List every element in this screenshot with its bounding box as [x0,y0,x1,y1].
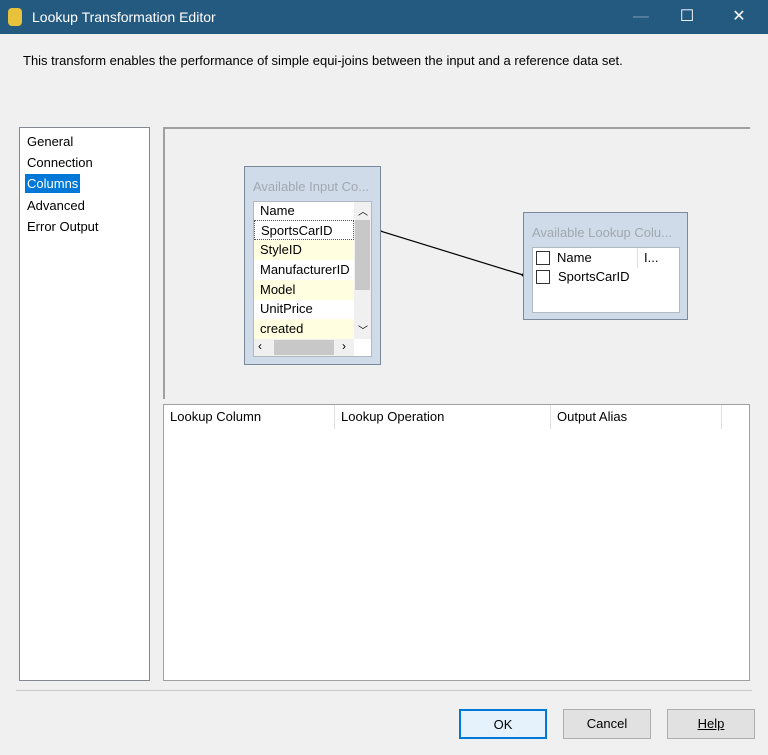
available-lookup-columns-box[interactable]: Available Lookup Colu... Name I... Sport… [523,212,688,320]
input-column-row[interactable]: StyleID [254,240,354,260]
name-header[interactable]: Name [254,202,354,220]
input-column-row[interactable]: UnitPrice [254,299,354,319]
available-input-columns-box[interactable]: Available Input Co... Name SportsCarID S… [244,166,381,365]
nav-list: General Connection Columns Advanced Erro… [19,127,150,681]
help-button[interactable]: Help [667,709,755,739]
description-text: This transform enables the performance o… [23,53,623,68]
lookup-box-caption: Available Lookup Colu... [532,225,672,240]
scroll-right-icon[interactable]: › [342,339,346,353]
lookup-columns-grid[interactable]: Lookup Column Lookup Operation Output Al… [163,404,750,681]
title-bar: Lookup Transformation Editor — ☐ ✕ [0,0,768,34]
scroll-thumb[interactable] [274,340,334,355]
scroll-down-icon[interactable]: ﹀ [358,322,368,337]
window-title: Lookup Transformation Editor [32,9,216,25]
column-header-lookup-operation[interactable]: Lookup Operation [335,405,551,429]
horizontal-scrollbar[interactable]: ‹ › [254,339,354,356]
input-columns-list: Name SportsCarID StyleID ManufacturerID … [253,201,372,357]
input-column-row[interactable]: created [254,319,354,339]
index-header[interactable]: I... [637,248,665,268]
name-header[interactable]: Name [553,248,592,268]
nav-item-advanced[interactable]: Advanced [25,196,87,215]
scroll-left-icon[interactable]: ‹ [258,339,262,353]
app-icon [8,8,22,26]
lookup-columns-list: Name I... SportsCarID [532,247,680,313]
nav-item-connection[interactable]: Connection [25,153,95,172]
input-column-row[interactable]: SportsCarID [254,220,354,240]
mapping-designer[interactable]: Available Input Co... Name SportsCarID S… [163,127,750,399]
scroll-up-icon[interactable]: ︿ [358,203,368,218]
nav-item-columns[interactable]: Columns [25,174,81,193]
minimize-button[interactable]: — [618,0,664,34]
divider [16,690,752,691]
column-header-output-alias[interactable]: Output Alias [551,405,722,429]
cancel-button[interactable]: Cancel [563,709,651,739]
input-column-row[interactable]: ManufacturerID [254,260,354,280]
input-box-caption: Available Input Co... [253,179,370,194]
vertical-scrollbar[interactable]: ︿ ﹀ [354,202,371,339]
maximize-button[interactable]: ☐ [664,0,710,34]
select-all-checkbox[interactable] [536,251,550,265]
close-button[interactable]: ✕ [716,0,762,34]
lookup-column-checkbox[interactable] [536,270,550,284]
column-header-lookup-column[interactable]: Lookup Column [164,405,335,429]
scroll-thumb[interactable] [355,220,370,290]
ok-button[interactable]: OK [459,709,547,739]
nav-item-general[interactable]: General [25,132,75,151]
nav-item-error-output[interactable]: Error Output [25,217,101,236]
input-column-row[interactable]: Model [254,280,354,300]
lookup-column-row[interactable]: SportsCarID [553,267,630,287]
